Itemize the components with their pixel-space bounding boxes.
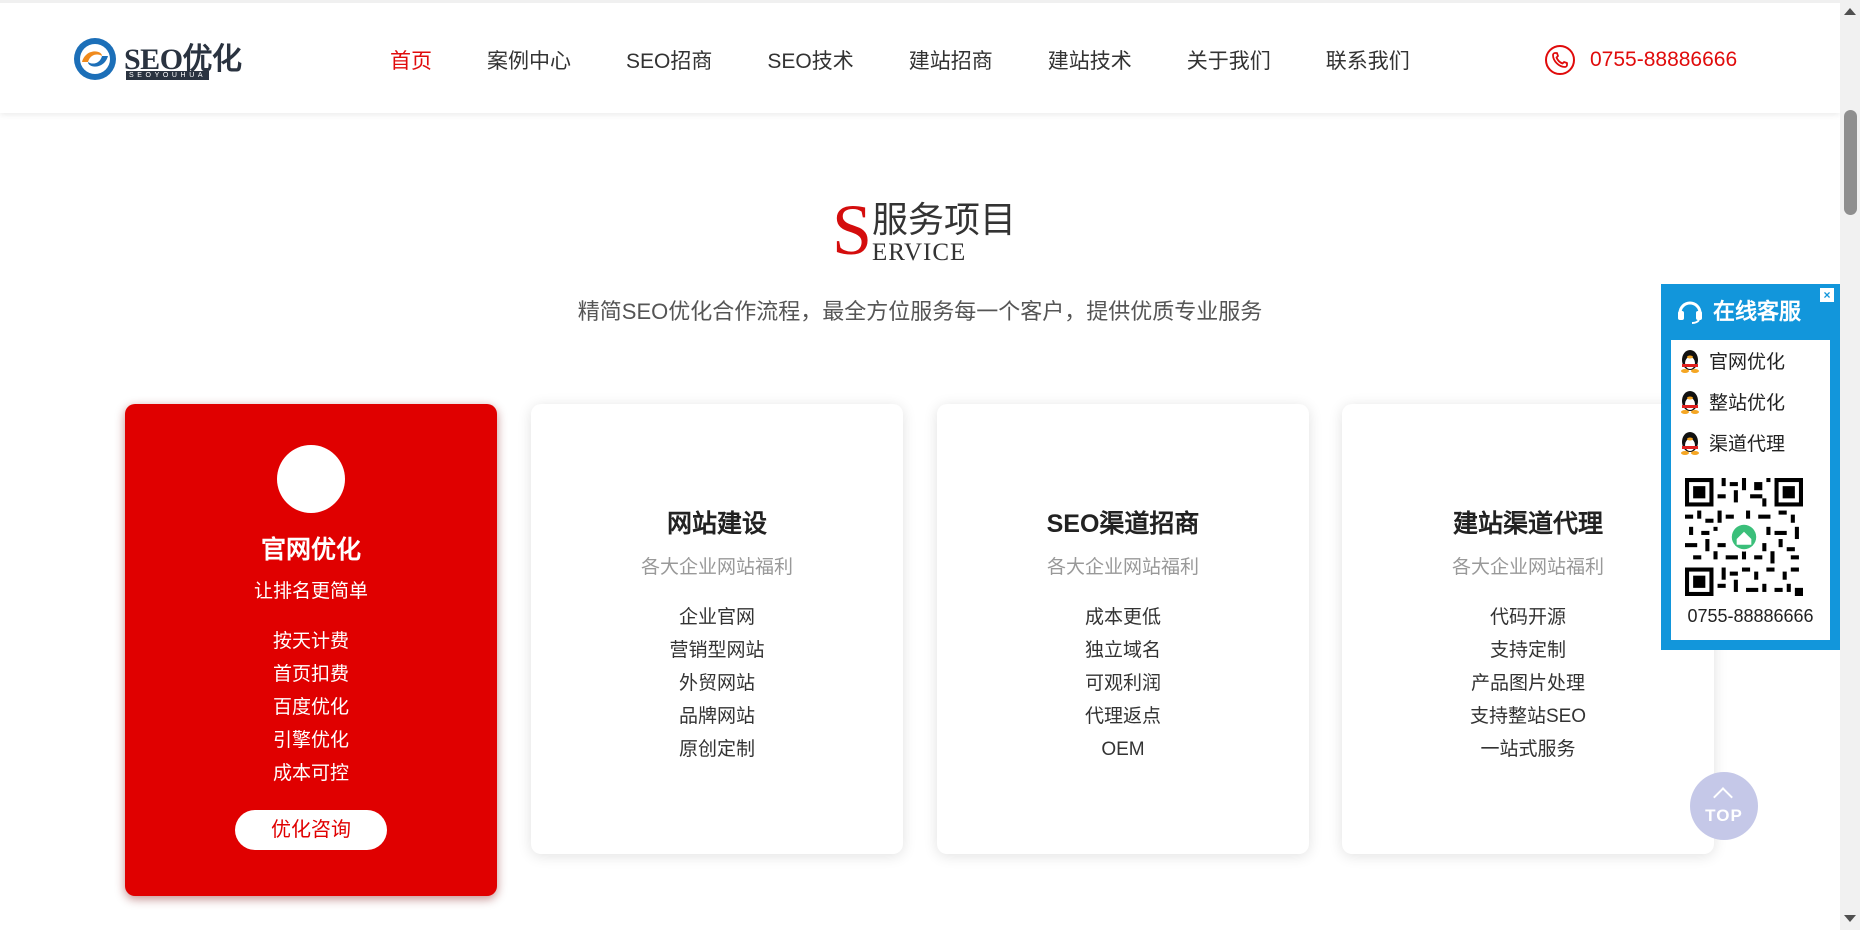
nav-about[interactable]: 关于我们 [1187, 45, 1271, 75]
service-card-seo-channel[interactable]: SEO渠道招商 各大企业网站福利 成本更低 独立域名 可观利润 代理返点 OEM [937, 404, 1309, 854]
online-service-body: 官网优化 整站优化 渠道代理 0755-88886666 [1671, 340, 1830, 640]
nav-site-tech[interactable]: 建站技术 [1048, 45, 1132, 75]
nav-seo-tech[interactable]: SEO技术 [767, 45, 853, 75]
section-title-letter: S [832, 190, 873, 270]
qq-contact-label: 整站优化 [1709, 393, 1786, 414]
nav-site-business[interactable]: 建站招商 [909, 45, 993, 75]
header-phone-number: 0755-88886666 [1590, 48, 1738, 71]
headset-icon [1678, 301, 1702, 324]
list-item: 代理返点 [1084, 706, 1161, 727]
online-service-phone: 0755-88886666 [1687, 606, 1814, 626]
list-item: 百度优化 [272, 697, 349, 718]
section-title: S 服务项目 ERVICE [830, 194, 1030, 270]
list-item: 支持定制 [1489, 640, 1566, 661]
list-item: OEM [1101, 739, 1145, 760]
list-item: 外贸网站 [678, 673, 755, 694]
list-item: 可观利润 [1084, 673, 1161, 694]
qq-contact-label: 渠道代理 [1709, 434, 1786, 455]
scroll-down-arrow-icon[interactable] [1844, 915, 1856, 922]
header-phone[interactable]: 0755-88886666 [1544, 44, 1737, 76]
scroll-up-arrow-icon[interactable] [1844, 8, 1856, 15]
card-title: SEO渠道招商 [1046, 510, 1200, 538]
qr-code-image [1685, 478, 1803, 596]
card-subtitle: 各大企业网站福利 [1451, 557, 1604, 578]
card-feature-list: 按天计费 首页扣费 百度优化 引擎优化 成本可控 [125, 625, 497, 790]
nav-cases[interactable]: 案例中心 [487, 45, 571, 75]
consult-button[interactable]: 优化咨询 [235, 810, 387, 850]
qq-penguin-icon [1681, 349, 1699, 373]
qq-contact-item[interactable]: 渠道代理 [1671, 422, 1830, 463]
list-item: 支持整站SEO [1469, 706, 1587, 727]
page-scrollbar[interactable] [1840, 0, 1860, 930]
main-nav: 首页 案例中心 SEO招商 SEO技术 建站招商 建站技术 关于我们 联系我们 [390, 3, 1465, 116]
list-item: 代码开源 [1489, 607, 1566, 628]
card-subtitle: 让排名更简单 [253, 581, 368, 602]
service-card-site-channel-agent[interactable]: 建站渠道代理 各大企业网站福利 代码开源 支持定制 产品图片处理 支持整站SEO… [1342, 404, 1714, 854]
list-item: 品牌网站 [678, 706, 755, 727]
chevron-up-icon [1713, 787, 1733, 807]
list-item: 独立域名 [1084, 640, 1161, 661]
card-subtitle: 各大企业网站福利 [640, 557, 793, 578]
section-description: 精简SEO优化合作流程，最全方位服务每一个客户，提供优质专业服务 [577, 299, 1263, 324]
qq-penguin-icon [1681, 390, 1699, 414]
nav-home[interactable]: 首页 [390, 45, 432, 75]
section-title-cn: 服务项目 [872, 199, 1017, 240]
qq-contact-label: 官网优化 [1709, 352, 1786, 373]
card-feature-list: 企业官网 营销型网站 外贸网站 品牌网站 原创定制 [531, 601, 903, 766]
qq-penguin-icon [1681, 431, 1699, 455]
list-item: 按天计费 [272, 631, 349, 652]
logo-subtext: SEOYOUHUA [126, 71, 210, 80]
card-title: 建站渠道代理 [1452, 510, 1603, 538]
list-item: 成本更低 [1084, 607, 1161, 628]
card-feature-list: 代码开源 支持定制 产品图片处理 支持整站SEO 一站式服务 [1342, 601, 1714, 766]
list-item: 原创定制 [678, 739, 755, 760]
site-logo[interactable]: SEO优化 SEOYOUHUA [72, 34, 252, 84]
online-service-title: 在线客服 [1713, 299, 1802, 324]
nav-seo-business[interactable]: SEO招商 [626, 45, 712, 75]
card-subtitle: 各大企业网站福利 [1046, 557, 1199, 578]
service-card-website-build[interactable]: 网站建设 各大企业网站福利 企业官网 营销型网站 外贸网站 品牌网站 原创定制 [531, 404, 903, 854]
list-item: 引擎优化 [272, 730, 349, 751]
list-item: 一站式服务 [1480, 739, 1576, 760]
qq-contact-item[interactable]: 官网优化 [1671, 340, 1830, 381]
site-header: SEO优化 SEOYOUHUA 首页 案例中心 SEO招商 SEO技术 建站招商… [0, 0, 1840, 113]
list-item: 产品图片处理 [1470, 673, 1585, 694]
service-card-official-seo[interactable]: 官网优化 让排名更简单 按天计费 首页扣费 百度优化 引擎优化 成本可控 优化咨… [125, 404, 497, 896]
nav-contact[interactable]: 联系我们 [1326, 45, 1410, 75]
card-title: 网站建设 [666, 510, 767, 538]
phone-icon [1545, 45, 1575, 75]
list-item: 首页扣费 [272, 664, 349, 685]
qq-contact-item[interactable]: 整站优化 [1671, 381, 1830, 422]
list-item: 成本可控 [272, 763, 349, 784]
card-title: 官网优化 [260, 536, 361, 564]
online-service-header: 在线客服 [1675, 294, 1801, 326]
list-item: 企业官网 [678, 607, 755, 628]
section-title-en: ERVICE [872, 239, 967, 266]
close-icon[interactable]: × [1820, 288, 1834, 302]
card-feature-list: 成本更低 独立域名 可观利润 代理返点 OEM [937, 601, 1309, 766]
back-to-top-label: TOP [1705, 806, 1743, 825]
logo-mark-icon [74, 38, 116, 80]
list-item: 营销型网站 [669, 640, 765, 661]
back-to-top-button[interactable]: TOP [1690, 772, 1758, 840]
scroll-thumb[interactable] [1844, 110, 1857, 215]
service-icon-circle [277, 445, 345, 513]
online-service-panel: 在线客服 × 官网优化 整站优化 渠道代理 0755-88886666 [1661, 284, 1840, 650]
